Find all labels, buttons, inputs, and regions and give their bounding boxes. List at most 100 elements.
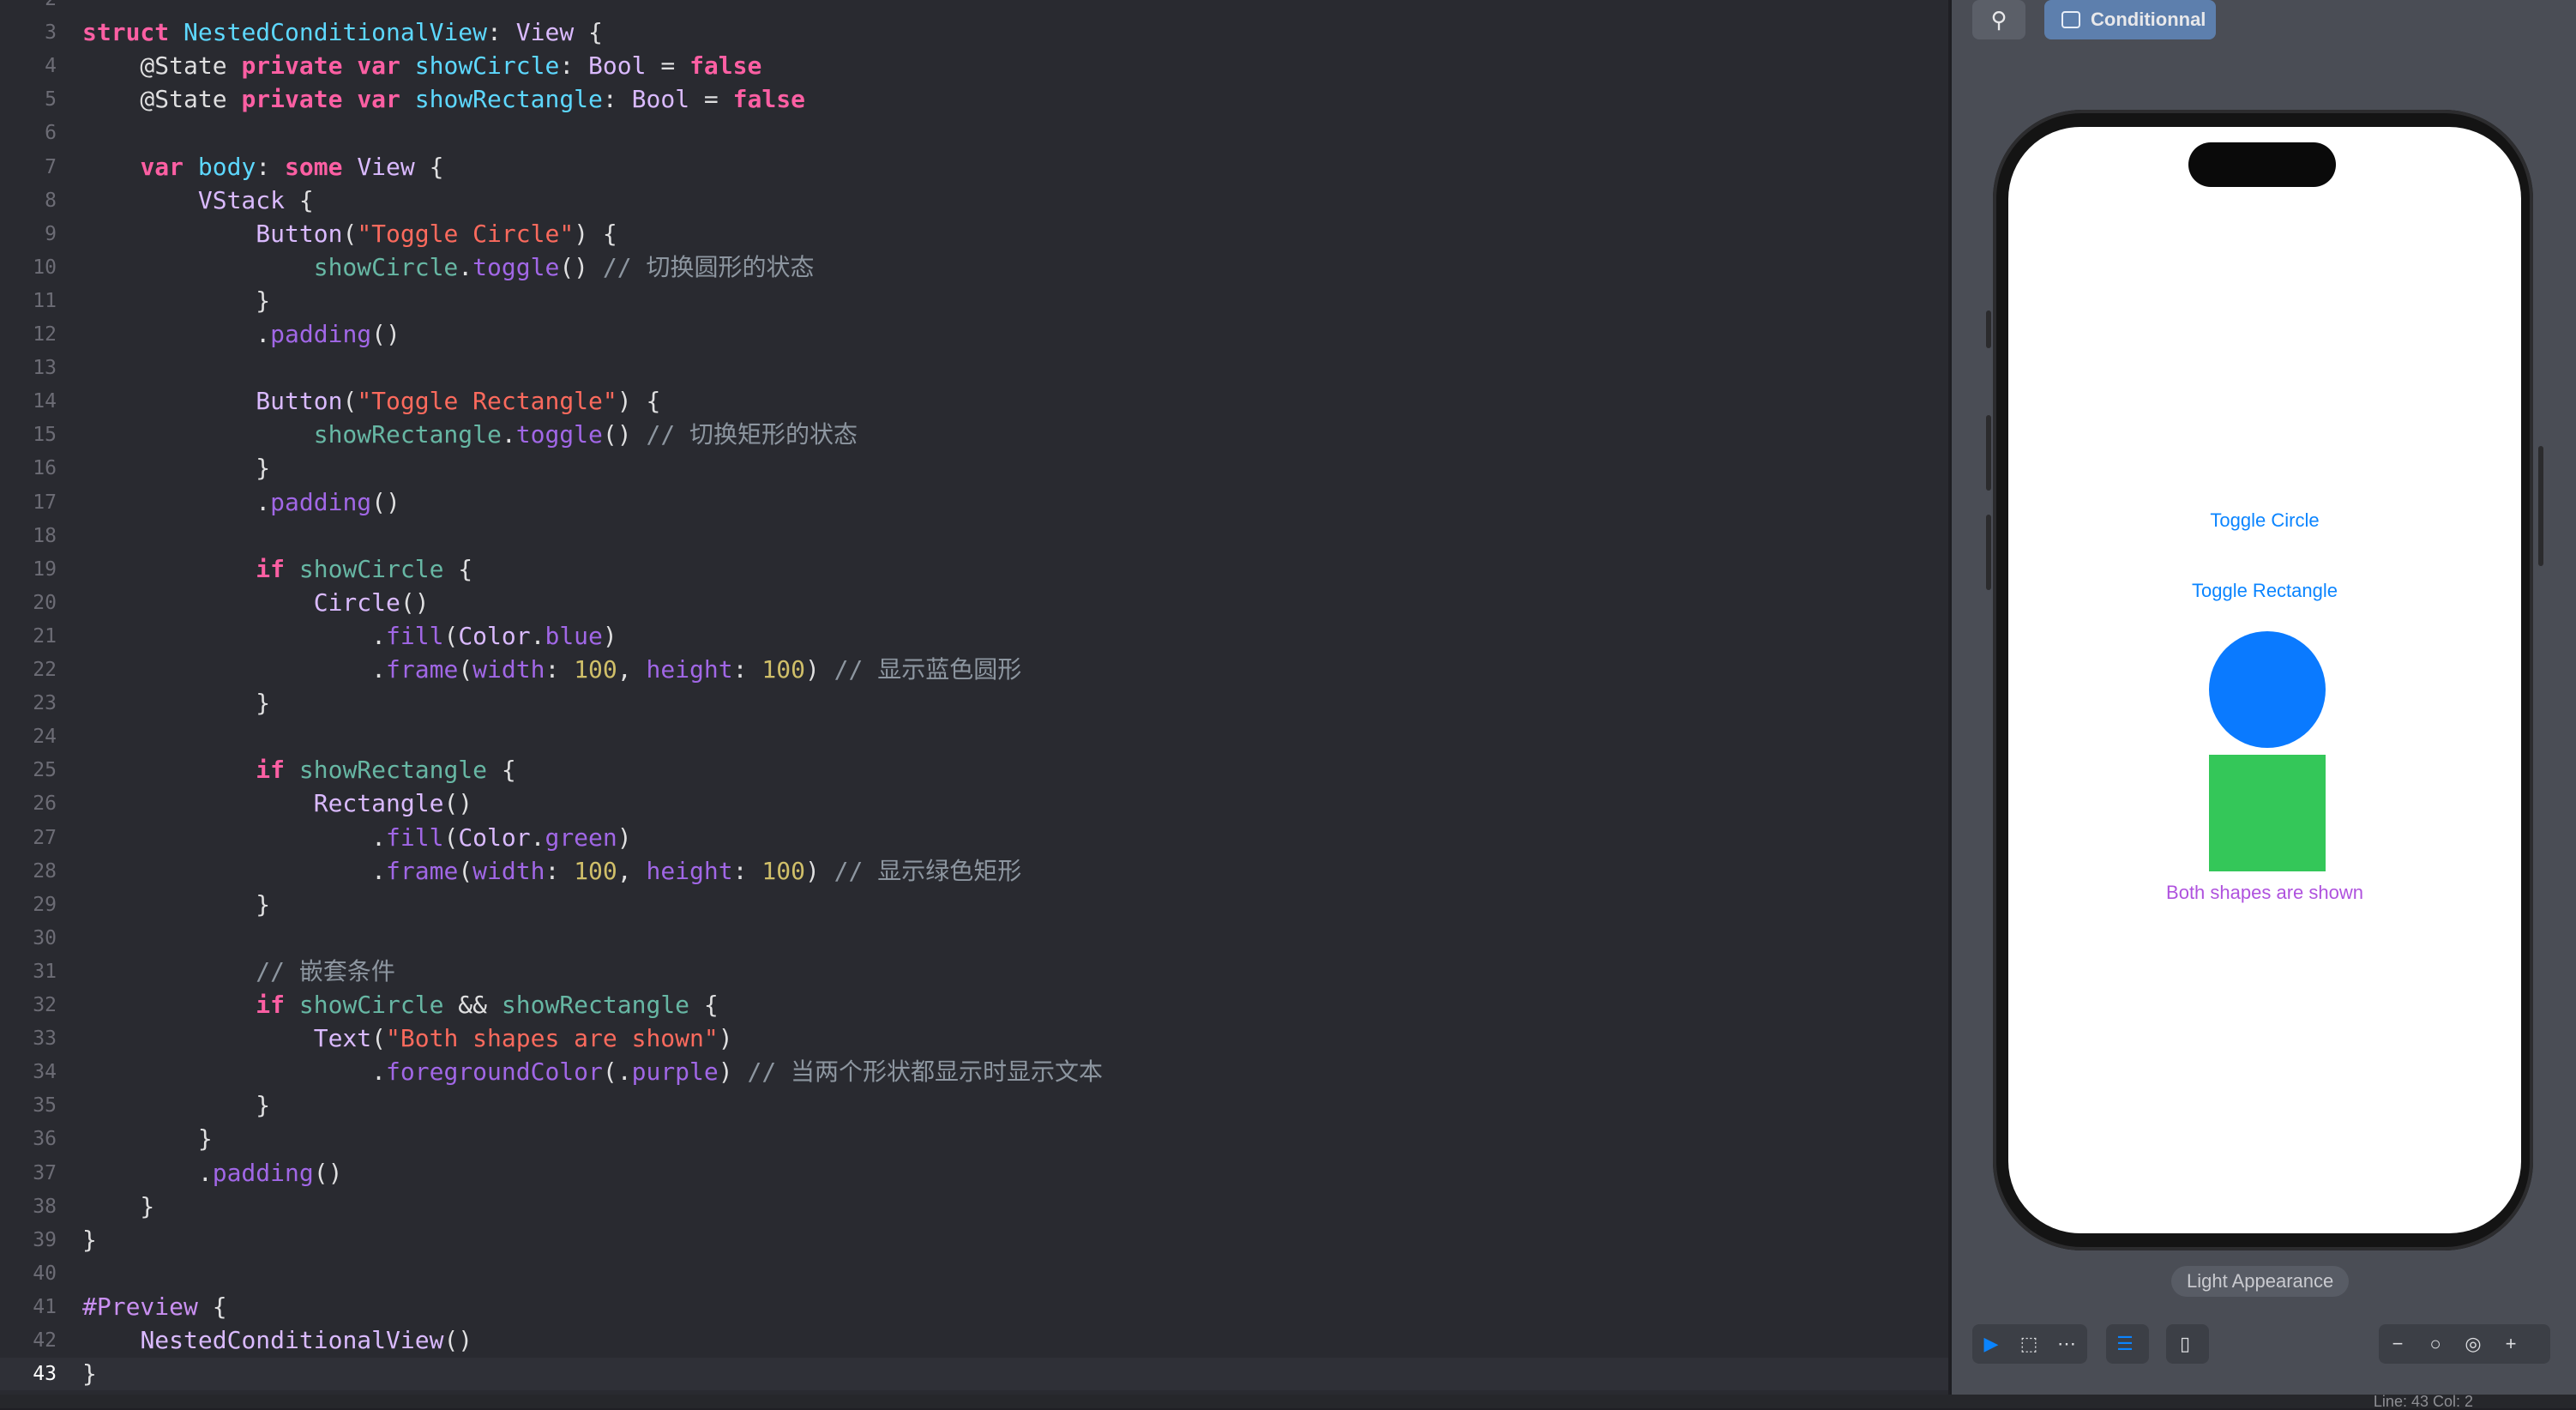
code-text: if showCircle {	[256, 554, 473, 583]
both-shapes-text: Both shapes are shown	[2166, 882, 2363, 903]
zoom-fit-icon[interactable]: ◎	[2454, 1324, 2492, 1364]
code-line[interactable]: 16 }	[0, 452, 1948, 485]
line-number: 5	[45, 88, 57, 111]
code-line[interactable]: 33 Text("Both shapes are shown")	[0, 1022, 1948, 1055]
code-text: }	[82, 1191, 155, 1220]
line-number: 41	[33, 1295, 57, 1318]
code-line[interactable]: 37 .padding()	[0, 1157, 1948, 1190]
code-line[interactable]: 19 if showCircle {	[0, 553, 1948, 586]
preview-tab-icon	[2061, 11, 2080, 28]
zoom-in-icon[interactable]: +	[2492, 1324, 2530, 1364]
live-preview-icon[interactable]: ▶	[1972, 1324, 2010, 1364]
code-text: }	[82, 454, 271, 483]
device-settings-group: ☰	[2106, 1324, 2149, 1364]
code-text: #Preview {	[82, 1292, 227, 1321]
line-number: 7	[45, 155, 57, 178]
code-line[interactable]: 29 }	[0, 889, 1948, 921]
zoom-100-icon[interactable]: ○	[2417, 1324, 2454, 1364]
toggle-rectangle-button[interactable]: Toggle Rectangle	[2008, 580, 2521, 602]
code-text: }	[82, 689, 271, 718]
code-line[interactable]: 6	[0, 117, 1948, 149]
line-number: 40	[33, 1262, 57, 1285]
code-line[interactable]: 31 // 嵌套条件	[0, 955, 1948, 988]
code-line[interactable]: 8 VStack {	[0, 184, 1948, 217]
selectable-mode-icon[interactable]: ⬚	[2010, 1324, 2048, 1364]
code-line[interactable]: 34 .foregroundColor(.purple) // 当两个形状都显示…	[0, 1056, 1948, 1088]
code-line[interactable]: 39}	[0, 1224, 1948, 1256]
line-number: 15	[33, 424, 57, 447]
code-line[interactable]: 14 Button("Toggle Rectangle") {	[0, 385, 1948, 418]
code-line[interactable]: 30	[0, 922, 1948, 955]
code-line[interactable]: 27 .fill(Color.green)	[0, 822, 1948, 854]
line-number: 37	[33, 1161, 57, 1184]
line-number: 9	[45, 222, 57, 245]
code-line[interactable]: 35 }	[0, 1089, 1948, 1122]
code-text: showCircle.toggle() // 切换圆形的状态	[313, 252, 815, 281]
code-line[interactable]: 21 .fill(Color.blue)	[0, 620, 1948, 653]
toggle-circle-button[interactable]: Toggle Circle	[2008, 509, 2521, 532]
preview-tab[interactable]: Conditionnal	[2044, 0, 2216, 39]
preview-tab-label: Conditionnal	[2091, 9, 2206, 30]
code-text: Rectangle()	[313, 789, 473, 818]
code-line[interactable]: 42 NestedConditionalView()	[0, 1324, 1948, 1357]
code-line[interactable]: 13	[0, 352, 1948, 384]
code-text: }	[82, 286, 271, 315]
code-line[interactable]: 43}	[0, 1358, 1948, 1391]
line-number: 32	[33, 994, 57, 1016]
code-line[interactable]: 5 @State private var showRectangle: Bool…	[0, 83, 1948, 116]
device-settings-icon[interactable]: ☰	[2106, 1324, 2144, 1364]
code-text: struct NestedConditionalView: View {	[82, 18, 603, 47]
code-text: Button("Toggle Rectangle") {	[256, 387, 661, 416]
green-rectangle	[2209, 755, 2326, 871]
code-line[interactable]: 15 showRectangle.toggle() // 切换矩形的状态	[0, 419, 1948, 451]
code-line[interactable]: 7 var body: some View {	[0, 151, 1948, 184]
appearance-badge[interactable]: Light Appearance	[2171, 1266, 2350, 1297]
code-text: }	[82, 1225, 97, 1254]
code-line[interactable]: 20 Circle()	[0, 587, 1948, 619]
code-line[interactable]: 12 .padding()	[0, 318, 1948, 351]
code-line[interactable]: 25 if showRectangle {	[0, 754, 1948, 786]
pin-preview-button[interactable]: ⚲	[1972, 0, 2025, 39]
code-line[interactable]: 22 .frame(width: 100, height: 100) // 显示…	[0, 654, 1948, 686]
code-line[interactable]: 10 showCircle.toggle() // 切换圆形的状态	[0, 251, 1948, 284]
line-number: 21	[33, 624, 57, 648]
line-number: 28	[33, 859, 57, 883]
code-line[interactable]: 17 .padding()	[0, 486, 1948, 519]
blue-circle	[2209, 631, 2326, 748]
code-line[interactable]: 11 }	[0, 285, 1948, 317]
code-line[interactable]: 26 Rectangle()	[0, 787, 1948, 820]
code-text: Button("Toggle Circle") {	[256, 219, 617, 248]
line-number: 35	[33, 1094, 57, 1118]
code-line[interactable]: 18	[0, 520, 1948, 552]
variants-grid-icon[interactable]: ⋯	[2048, 1324, 2085, 1364]
code-text: VStack {	[197, 185, 314, 214]
code-text: // 嵌套条件	[256, 956, 395, 985]
code-editor[interactable]: 23struct NestedConditionalView: View {4 …	[0, 0, 1948, 1408]
device-icon[interactable]: ▯	[2166, 1324, 2204, 1364]
code-text: showRectangle.toggle() // 切换矩形的状态	[313, 420, 858, 449]
line-number: 6	[45, 122, 57, 145]
code-line[interactable]: 2	[0, 0, 1948, 15]
code-text: .fill(Color.blue)	[82, 621, 617, 650]
code-text: Circle()	[313, 588, 430, 617]
status-bar	[0, 1395, 2576, 1408]
device-group: ▯	[2166, 1324, 2209, 1364]
zoom-out-icon[interactable]: −	[2379, 1324, 2417, 1364]
line-number: 2	[0, 0, 57, 15]
code-line[interactable]: 41 #Preview {	[0, 1291, 1948, 1323]
line-number: 36	[33, 1128, 57, 1151]
code-line[interactable]: 36 }	[0, 1123, 1948, 1155]
code-line[interactable]: 38 }	[0, 1190, 1948, 1223]
code-line[interactable]: 4 @State private var showCircle: Bool = …	[0, 50, 1948, 82]
code-text: .padding()	[82, 320, 400, 348]
code-line[interactable]: 40	[0, 1257, 1948, 1290]
line-number: 33	[33, 1027, 57, 1051]
code-line[interactable]: 28 .frame(width: 100, height: 100) // 显示…	[0, 855, 1948, 888]
code-line[interactable]: 32 if showCircle && showRectangle {	[0, 989, 1948, 1021]
code-line[interactable]: 9 Button("Toggle Circle") {	[0, 218, 1948, 250]
code-text: Text("Both shapes are shown")	[313, 1024, 733, 1053]
code-line[interactable]: 3 struct NestedConditionalView: View {	[0, 16, 1948, 49]
code-line[interactable]: 24	[0, 720, 1948, 753]
code-text: if showRectangle {	[256, 756, 516, 785]
code-line[interactable]: 23 }	[0, 687, 1948, 720]
